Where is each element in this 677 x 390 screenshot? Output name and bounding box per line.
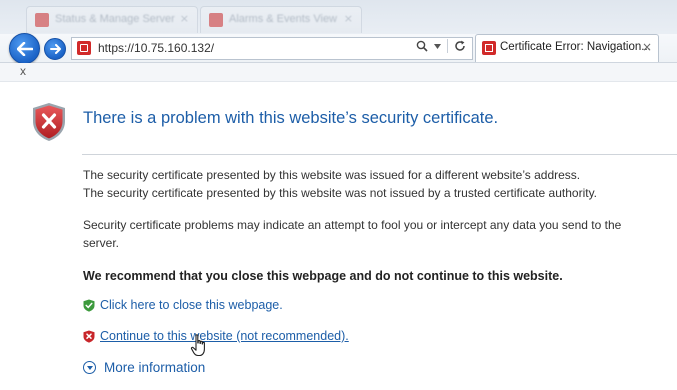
error-detail-1: The security certificate presented by th… — [83, 168, 581, 182]
chevron-down-icon[interactable] — [434, 43, 441, 49]
tab-close-icon[interactable]: × — [642, 40, 652, 54]
back-button[interactable] — [9, 33, 40, 64]
tab-close-icon[interactable]: × — [344, 12, 353, 25]
divider — [447, 39, 448, 53]
certificate-error-tab-icon — [482, 41, 496, 55]
more-information-toggle[interactable]: More information — [83, 360, 205, 375]
more-information-label[interactable]: More information — [104, 360, 205, 375]
warning-text-continued: server. — [83, 236, 120, 250]
certificate-error-page: There is a problem with this website’s s… — [0, 82, 677, 390]
tab-strip: Status & Manage Server × Alarms & Events… — [0, 0, 677, 34]
address-tools — [416, 39, 466, 53]
recommendation-text: We recommend that you close this webpage… — [83, 269, 563, 283]
tab-title: Status & Manage Server — [55, 13, 175, 25]
shield-check-icon — [83, 299, 95, 312]
tab-close-icon[interactable]: × — [180, 12, 189, 25]
error-detail-2: The security certificate presented by th… — [83, 186, 598, 200]
divider — [82, 154, 677, 155]
address-bar[interactable]: https://10.75.160.132/ — [71, 37, 473, 60]
tab-certificate-error[interactable]: Certificate Error: Navigation... × — [475, 34, 659, 62]
close-bar-button[interactable]: x — [20, 64, 26, 78]
close-webpage-link[interactable]: Click here to close this webpage. — [83, 298, 283, 312]
certificate-error-icon[interactable] — [77, 41, 91, 55]
url-text[interactable]: https://10.75.160.132/ — [98, 41, 214, 55]
tab-alarms-events[interactable]: Alarms & Events View × — [200, 6, 362, 33]
warning-text: Security certificate problems may indica… — [83, 218, 622, 232]
search-icon[interactable] — [416, 40, 428, 52]
sub-toolbar: x — [0, 63, 677, 82]
tab-status-manage-server[interactable]: Status & Manage Server × — [26, 6, 198, 33]
tab-favicon — [35, 13, 49, 27]
back-arrow-icon — [16, 41, 33, 56]
refresh-icon[interactable] — [454, 40, 466, 52]
browser-window: Status & Manage Server × Alarms & Events… — [0, 0, 677, 390]
continue-website-label[interactable]: Continue to this website (not recommende… — [100, 329, 349, 343]
forward-button[interactable] — [44, 38, 66, 60]
hand-cursor-icon — [190, 334, 205, 357]
tab-title: Alarms & Events View — [229, 13, 338, 25]
navigation-bar: https://10.75.160.132/ Certificate Error… — [0, 33, 677, 64]
shield-error-icon — [33, 103, 65, 141]
forward-arrow-icon — [49, 44, 61, 54]
tab-favicon — [209, 13, 223, 27]
shield-error-small-icon — [83, 330, 95, 343]
continue-website-link[interactable]: Continue to this website (not recommende… — [83, 329, 349, 343]
close-webpage-label[interactable]: Click here to close this webpage. — [100, 298, 283, 312]
expand-icon — [83, 361, 96, 374]
page-title: There is a problem with this website’s s… — [83, 109, 499, 127]
tab-title: Certificate Error: Navigation... — [500, 41, 651, 53]
